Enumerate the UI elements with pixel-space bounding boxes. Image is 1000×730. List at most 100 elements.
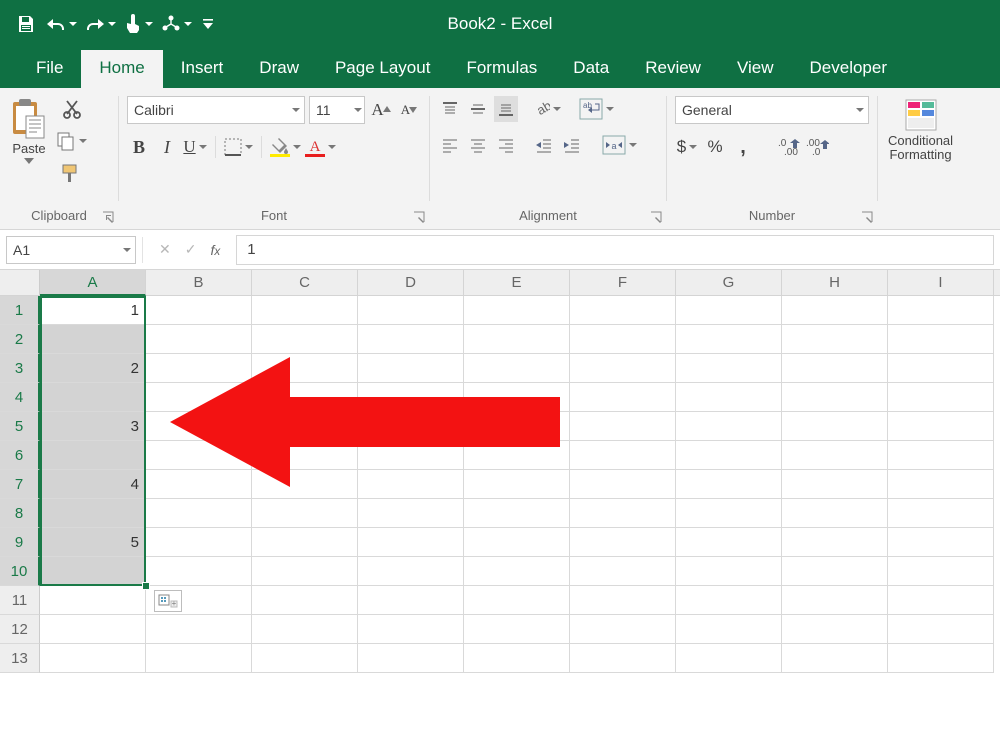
cell[interactable] [146, 499, 252, 528]
select-all-corner[interactable] [0, 270, 40, 295]
row-header[interactable]: 4 [0, 383, 40, 412]
paste-button[interactable]: Paste [8, 96, 50, 164]
decrease-indent-button[interactable] [532, 132, 556, 158]
cell[interactable] [464, 470, 570, 499]
cell[interactable] [570, 383, 676, 412]
number-format-combo[interactable] [675, 96, 869, 124]
align-center-button[interactable] [466, 132, 490, 158]
cell[interactable] [676, 441, 782, 470]
cell[interactable] [888, 586, 994, 615]
cell[interactable] [782, 325, 888, 354]
tab-formulas[interactable]: Formulas [448, 50, 555, 88]
cell[interactable] [570, 412, 676, 441]
cell[interactable] [464, 528, 570, 557]
cell[interactable] [464, 644, 570, 673]
accounting-format-button[interactable]: $ [675, 134, 699, 160]
fx-icon[interactable]: fx [210, 242, 220, 258]
shrink-font-button[interactable]: A [397, 97, 421, 123]
cell[interactable] [358, 586, 464, 615]
cut-button[interactable] [56, 96, 87, 122]
cell[interactable] [570, 441, 676, 470]
row-header[interactable]: 3 [0, 354, 40, 383]
customize-qat-button[interactable] [200, 10, 216, 38]
row-header[interactable]: 10 [0, 557, 40, 586]
save-icon[interactable] [14, 10, 38, 38]
column-header[interactable]: I [888, 270, 994, 295]
cell[interactable] [676, 412, 782, 441]
column-header[interactable]: B [146, 270, 252, 295]
cell[interactable] [782, 470, 888, 499]
cell[interactable] [146, 557, 252, 586]
cell[interactable] [358, 644, 464, 673]
cell[interactable] [252, 354, 358, 383]
cell[interactable] [146, 383, 252, 412]
row-header[interactable]: 5 [0, 412, 40, 441]
cell[interactable] [146, 528, 252, 557]
cell[interactable] [676, 296, 782, 325]
row-header[interactable]: 8 [0, 499, 40, 528]
tab-view[interactable]: View [719, 50, 792, 88]
cell[interactable]: 5 [40, 528, 146, 557]
align-middle-button[interactable] [466, 96, 490, 122]
decrease-decimal-button[interactable]: .00.0 [805, 134, 829, 160]
cell[interactable] [676, 615, 782, 644]
cell[interactable] [570, 470, 676, 499]
cell[interactable]: 3 [40, 412, 146, 441]
cell[interactable] [252, 296, 358, 325]
cell[interactable] [464, 615, 570, 644]
orientation-button[interactable]: ab [532, 96, 561, 122]
fill-color-button[interactable] [270, 134, 301, 160]
cell[interactable]: 2 [40, 354, 146, 383]
copy-button[interactable] [56, 128, 87, 154]
cell[interactable] [464, 586, 570, 615]
cell[interactable] [146, 470, 252, 499]
cell[interactable] [252, 441, 358, 470]
cell[interactable] [888, 383, 994, 412]
cell[interactable] [464, 296, 570, 325]
cell[interactable] [782, 383, 888, 412]
column-header[interactable]: D [358, 270, 464, 295]
autofill-options-button[interactable]: + [154, 590, 182, 612]
cell[interactable] [252, 470, 358, 499]
column-header[interactable]: F [570, 270, 676, 295]
tab-developer[interactable]: Developer [792, 50, 906, 88]
cancel-formula-icon[interactable]: ✕ [159, 241, 171, 258]
cell[interactable] [570, 354, 676, 383]
cell[interactable] [782, 354, 888, 383]
cell[interactable] [888, 412, 994, 441]
cell[interactable] [40, 557, 146, 586]
cell[interactable] [252, 586, 358, 615]
dialog-launcher-icon[interactable] [413, 211, 425, 223]
italic-button[interactable]: I [155, 134, 179, 160]
cell[interactable] [358, 528, 464, 557]
row-header[interactable]: 1 [0, 296, 40, 325]
cell[interactable] [252, 557, 358, 586]
cell[interactable] [146, 325, 252, 354]
dialog-launcher-icon[interactable] [650, 211, 662, 223]
cell[interactable] [782, 528, 888, 557]
cell[interactable] [888, 441, 994, 470]
column-header[interactable]: C [252, 270, 358, 295]
cell[interactable] [464, 557, 570, 586]
cell[interactable] [464, 412, 570, 441]
borders-button[interactable] [224, 134, 253, 160]
cell[interactable] [676, 528, 782, 557]
cell[interactable] [146, 615, 252, 644]
cell[interactable] [570, 499, 676, 528]
font-size-combo[interactable] [309, 96, 365, 124]
cell[interactable] [358, 470, 464, 499]
cell[interactable] [570, 325, 676, 354]
cell[interactable] [252, 528, 358, 557]
cell[interactable] [464, 499, 570, 528]
tab-data[interactable]: Data [555, 50, 627, 88]
cell[interactable] [146, 412, 252, 441]
cell[interactable] [676, 470, 782, 499]
cell[interactable] [676, 354, 782, 383]
comma-style-button[interactable]: , [731, 134, 755, 160]
touch-mode-button[interactable] [124, 10, 153, 38]
underline-button[interactable]: U [183, 134, 207, 160]
cell[interactable]: 1 [40, 296, 146, 325]
cell[interactable] [782, 296, 888, 325]
tab-page-layout[interactable]: Page Layout [317, 50, 448, 88]
cell[interactable] [888, 528, 994, 557]
